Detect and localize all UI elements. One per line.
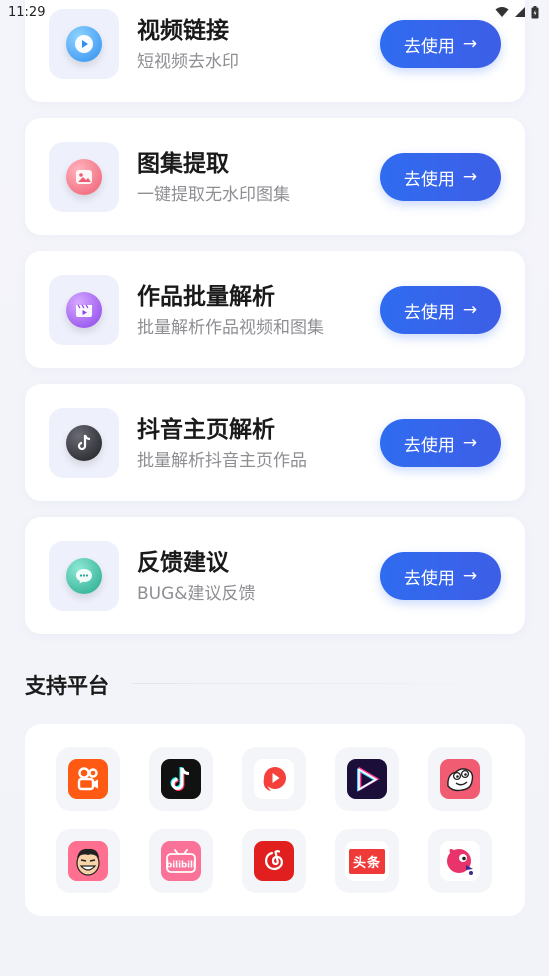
card-subtitle: 批量解析作品视频和图集 [137, 318, 324, 338]
card-subtitle: 短视频去水印 [137, 52, 239, 72]
card-title: 反馈建议 [137, 550, 229, 576]
kuaishou-logo [68, 759, 108, 799]
platform-douyin[interactable] [149, 747, 213, 811]
card-douyin-profile: 抖音主页解析 批量解析抖音主页作品 去使用 → [25, 384, 525, 501]
use-button-image-extract[interactable]: 去使用 → [380, 153, 501, 201]
netease-music-logo [254, 841, 294, 881]
use-button-batch-parse[interactable]: 去使用 → [380, 286, 501, 334]
clapper-icon [66, 292, 102, 328]
video-logo [347, 759, 387, 799]
use-button-label: 去使用 [403, 568, 455, 589]
bilibili-logo: bilibili [161, 841, 201, 881]
pipixia-logo [440, 759, 480, 799]
arrow-right-icon: → [462, 566, 478, 586]
status-bar: 11:29 [0, 0, 549, 24]
douyin-icon [66, 425, 102, 461]
svg-text:bilibili: bilibili [166, 861, 196, 871]
battery-icon [531, 5, 539, 18]
signal-icon [515, 7, 525, 17]
platform-weishi[interactable] [242, 747, 306, 811]
use-button-label: 去使用 [403, 435, 455, 456]
wifi-icon [495, 7, 509, 17]
platform-panel: bilibili 头条 [25, 724, 525, 916]
use-button-label: 去使用 [403, 169, 455, 190]
card-title: 图集提取 [137, 151, 229, 177]
status-icons [495, 5, 539, 19]
platform-netease-music[interactable] [242, 829, 306, 893]
card-title: 抖音主页解析 [137, 417, 275, 443]
weishi-logo [254, 759, 294, 799]
arrow-right-icon: → [462, 167, 478, 187]
platform-toutiao[interactable]: 头条 [335, 829, 399, 893]
video-play-icon [66, 26, 102, 62]
feedback-icon-box [49, 541, 119, 611]
card-feedback: 反馈建议 BUG&建议反馈 去使用 → [25, 517, 525, 634]
use-button-feedback[interactable]: 去使用 → [380, 552, 501, 600]
card-subtitle: 批量解析抖音主页作品 [137, 451, 307, 471]
status-time: 11:29 [8, 4, 46, 20]
douyin-logo [161, 759, 201, 799]
chat-icon [66, 558, 102, 594]
image-icon [66, 159, 102, 195]
platform-zuiyou[interactable] [56, 829, 120, 893]
section-title-platforms: 支持平台 [25, 674, 109, 698]
card-subtitle: BUG&建议反馈 [137, 584, 256, 604]
card-batch-parse: 作品批量解析 批量解析作品视频和图集 去使用 → [25, 251, 525, 368]
toutiao-logo: 头条 [345, 841, 389, 881]
bird-logo [440, 841, 480, 881]
toutiao-logo-text: 头条 [348, 848, 385, 874]
douyin-profile-icon-box [49, 408, 119, 478]
card-title: 作品批量解析 [137, 284, 275, 310]
use-button-label: 去使用 [403, 36, 455, 57]
section-divider [132, 683, 522, 684]
zuiyou-logo [68, 841, 108, 881]
use-button-video-link[interactable]: 去使用 → [380, 20, 501, 68]
image-extract-icon-box [49, 142, 119, 212]
platform-pipixia[interactable] [428, 747, 492, 811]
batch-parse-icon-box [49, 275, 119, 345]
card-subtitle: 一键提取无水印图集 [137, 185, 290, 205]
arrow-right-icon: → [462, 34, 478, 54]
arrow-right-icon: → [462, 300, 478, 320]
arrow-right-icon: → [462, 433, 478, 453]
use-button-douyin-profile[interactable]: 去使用 → [380, 419, 501, 467]
platform-bilibili[interactable]: bilibili [149, 829, 213, 893]
platform-bird[interactable] [428, 829, 492, 893]
platform-video[interactable] [335, 747, 399, 811]
card-image-extract: 图集提取 一键提取无水印图集 去使用 → [25, 118, 525, 235]
platform-kuaishou[interactable] [56, 747, 120, 811]
use-button-label: 去使用 [403, 302, 455, 323]
